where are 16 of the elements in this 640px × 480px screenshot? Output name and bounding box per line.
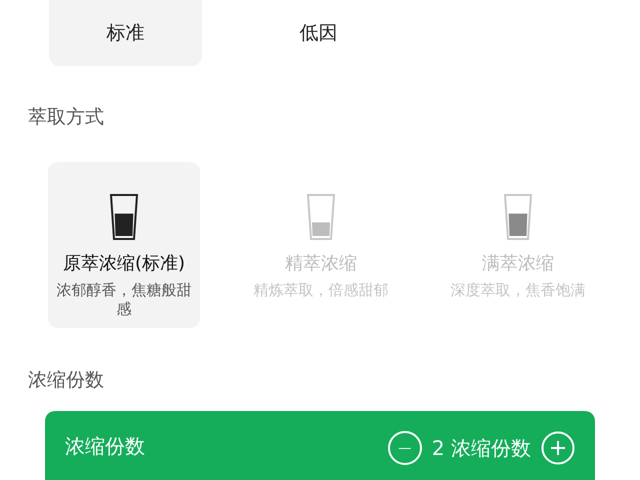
section-heading: 浓缩份数 [28,369,104,391]
option-description: 浓郁醇香，焦糖般甜感 [56,281,192,319]
option-description: 深度萃取，焦香饱满 [450,281,586,300]
cup-icon [110,194,138,240]
plus-icon[interactable] [541,431,575,465]
shots-label: 浓缩份数 [65,433,145,460]
cup-icon [504,194,532,240]
extraction-option-card[interactable]: 原萃浓缩(标准) 浓郁醇香，焦糖般甜感 [48,162,200,328]
option-description: 精炼萃取，倍感甜郁 [252,281,390,300]
shots-value: 2 浓缩份数 [432,435,531,462]
section-heading: 萃取方式 [28,106,104,128]
option-title: 精萃浓缩 [285,252,357,276]
option-title: 原萃浓缩(标准) [62,252,186,276]
caffeine-tab[interactable]: 标准 [49,0,202,66]
option-title: 满萃浓缩 [482,252,554,276]
cup-icon [307,194,335,240]
